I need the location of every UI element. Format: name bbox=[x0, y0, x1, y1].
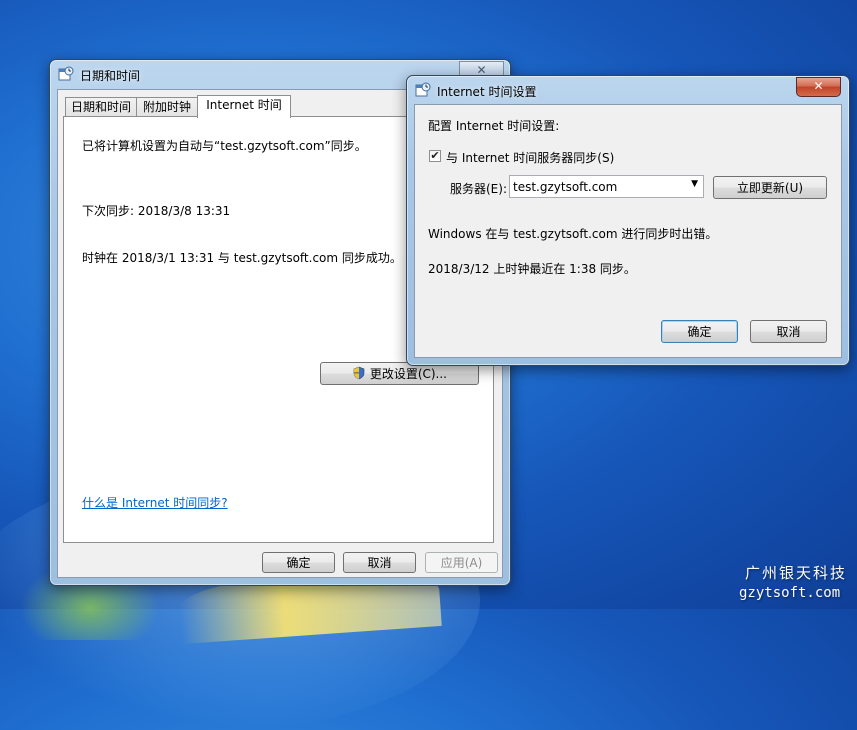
internet-time-settings-dialog: Internet 时间设置 ✕ 配置 Internet 时间设置: ✔ 与 In… bbox=[406, 75, 850, 366]
inet-ok-button[interactable]: 确定 bbox=[661, 320, 738, 343]
clock-calendar-icon bbox=[415, 82, 431, 97]
inet-client: 配置 Internet 时间设置: ✔ 与 Internet 时间服务器同步(S… bbox=[414, 104, 842, 358]
sync-message: 已将计算机设置为自动与“test.gzytsoft.com”同步。 bbox=[82, 139, 367, 153]
dropdown-arrow-icon[interactable]: ▼ bbox=[691, 179, 698, 189]
last-sync-message: 2018/3/12 上时钟最近在 1:38 同步。 bbox=[428, 262, 636, 276]
inet-close-button[interactable]: ✕ bbox=[796, 77, 841, 97]
tab-additional-clocks[interactable]: 附加时钟 bbox=[136, 97, 198, 117]
watermark-site: gzytsoft.com bbox=[739, 585, 841, 601]
sync-checkbox[interactable]: ✔ bbox=[429, 150, 441, 162]
change-settings-label: 更改设置(C)... bbox=[369, 367, 447, 381]
last-success-text: 时钟在 2018/3/1 13:31 与 test.gzytsoft.com 同… bbox=[82, 251, 402, 265]
server-combobox[interactable]: test.gzytsoft.com ▼ bbox=[509, 175, 704, 198]
watermark-company: 广州银天科技 bbox=[745, 564, 848, 582]
sync-checkbox-label[interactable]: 与 Internet 时间服务器同步(S) bbox=[446, 149, 614, 166]
ok-button[interactable]: 确定 bbox=[262, 552, 335, 573]
inet-title: Internet 时间设置 bbox=[437, 85, 537, 99]
date-time-title: 日期和时间 bbox=[80, 69, 141, 83]
cancel-button[interactable]: 取消 bbox=[343, 552, 416, 573]
next-sync-text: 下次同步: 2018/3/8 13:31 bbox=[82, 204, 231, 218]
server-label: 服务器(E): bbox=[450, 182, 507, 196]
inet-heading: 配置 Internet 时间设置: bbox=[428, 119, 560, 133]
tab-date-time[interactable]: 日期和时间 bbox=[65, 97, 137, 117]
server-value: test.gzytsoft.com bbox=[513, 180, 618, 194]
uac-shield-icon bbox=[353, 366, 365, 380]
sync-error-message: Windows 在与 test.gzytsoft.com 进行同步时出错。 bbox=[428, 227, 718, 241]
update-now-button[interactable]: 立即更新(U) bbox=[713, 176, 827, 199]
tab-internet-time[interactable]: Internet 时间 bbox=[197, 95, 291, 118]
help-link[interactable]: 什么是 Internet 时间同步? bbox=[82, 494, 228, 511]
inet-cancel-button[interactable]: 取消 bbox=[750, 320, 827, 343]
clock-calendar-icon bbox=[58, 66, 74, 81]
inet-titlebar[interactable]: Internet 时间设置 ✕ bbox=[407, 76, 849, 104]
apply-button[interactable]: 应用(A) bbox=[425, 552, 498, 573]
